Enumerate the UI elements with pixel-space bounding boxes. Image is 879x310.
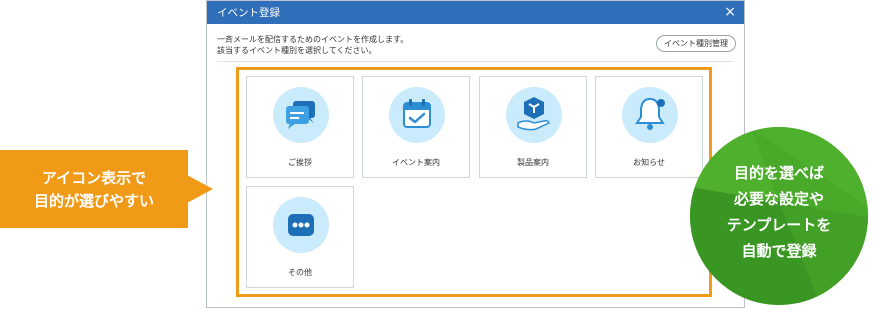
left-callout-line-2: 目的が選びやすい (33, 192, 154, 210)
dialog-description: 一斉メールを配信するためのイベントを作成します。 該当するイベント種別を選択して… (217, 34, 408, 56)
right-callout-line-3: テンプレートを (726, 216, 832, 234)
left-callout-arrow (187, 175, 213, 203)
dialog-title: イベント登録 (217, 7, 280, 19)
icon-area-highlight (236, 67, 712, 297)
right-callout-text: 目的を選べば 必要な設定や テンプレートを 自動で登録 (690, 160, 868, 264)
event-type-manage-button[interactable]: イベント種別管理 (656, 35, 736, 52)
close-icon[interactable]: × (724, 3, 736, 21)
right-callout-line-1: 目的を選べば (733, 164, 824, 182)
right-callout-line-4: 自動で登録 (741, 242, 817, 260)
left-callout-text: アイコン表示で 目的が選びやすい (0, 167, 188, 213)
dialog-titlebar: イベント登録 × (207, 1, 744, 24)
left-callout-line-1: アイコン表示で (41, 169, 147, 187)
divider (217, 61, 734, 62)
description-line-2: 該当するイベント種別を選択してください。 (217, 46, 377, 55)
description-line-1: 一斉メールを配信するためのイベントを作成します。 (217, 35, 409, 44)
right-callout-line-2: 必要な設定や (733, 190, 824, 208)
